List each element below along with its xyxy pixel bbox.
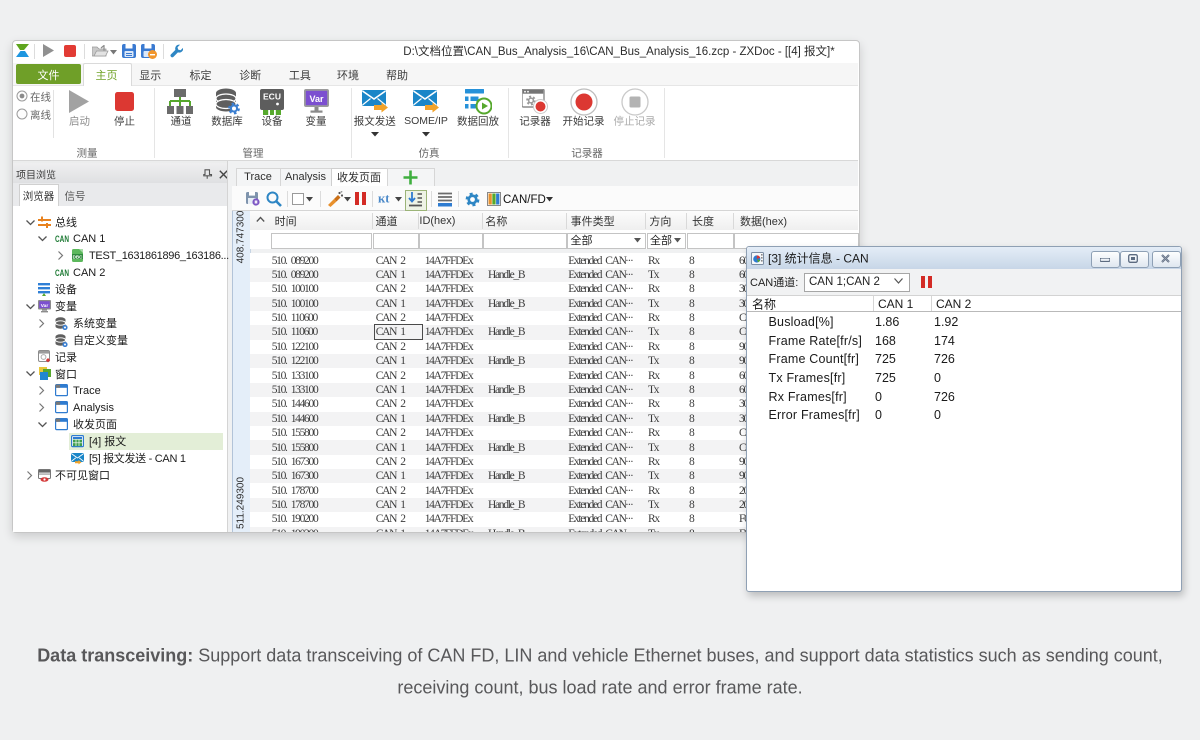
svg-text:ECU: ECU bbox=[263, 92, 281, 102]
svg-text:Var: Var bbox=[41, 303, 49, 309]
svg-text:Var: Var bbox=[309, 94, 324, 104]
svg-text:DBC: DBC bbox=[73, 255, 83, 260]
svg-text:CAN: CAN bbox=[55, 234, 69, 244]
svg-text:CAN: CAN bbox=[55, 268, 69, 278]
